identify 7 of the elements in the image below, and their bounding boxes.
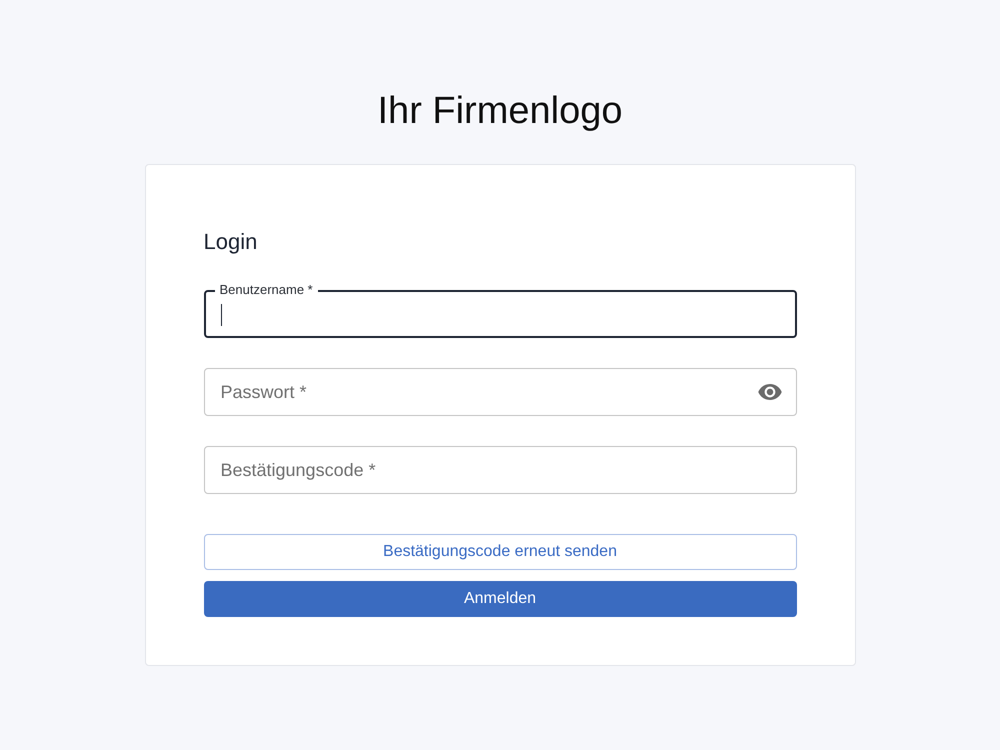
eye-icon[interactable]	[758, 384, 782, 400]
login-heading: Login	[204, 228, 258, 256]
text-cursor-icon	[220, 304, 222, 326]
password-field[interactable]: Passwort *	[204, 368, 796, 416]
resend-code-button[interactable]: Bestätigungscode erneut senden	[204, 534, 796, 570]
sign-in-button[interactable]: Anmelden	[204, 581, 796, 617]
company-logo-text: Ihr Firmenlogo	[378, 89, 622, 134]
